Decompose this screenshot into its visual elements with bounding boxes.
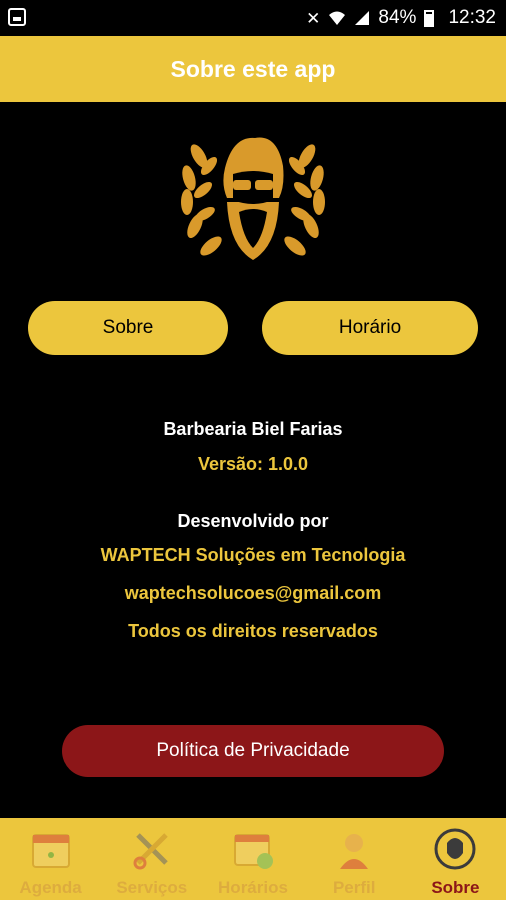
rights-text: Todos os direitos reservados: [128, 621, 378, 641]
schedule-icon: [230, 826, 276, 872]
nav-item-horarios[interactable]: Horários: [202, 818, 303, 900]
nav-label: Serviços: [116, 878, 188, 897]
privacy-policy-button[interactable]: Política de Privacidade: [62, 725, 444, 777]
status-bar: ✕ 84% 12:32: [0, 0, 506, 36]
horario-tab-button[interactable]: Horário: [262, 301, 478, 355]
bottom-navigation: Agenda Serviços Horários Perfil Sobre: [0, 818, 506, 900]
barber-logo: [181, 137, 325, 260]
profile-icon: [331, 826, 377, 872]
nav-item-agenda[interactable]: Agenda: [0, 818, 101, 900]
nav-item-servicos[interactable]: Serviços: [101, 818, 202, 900]
scissors-razor-icon: [129, 826, 175, 872]
page-title: Sobre este app: [170, 55, 336, 82]
nav-label: Sobre: [431, 878, 480, 897]
battery-percent: 84%: [378, 7, 417, 28]
nav-label: Perfil: [332, 878, 376, 897]
nav-item-sobre[interactable]: Sobre: [405, 818, 506, 900]
calendar-icon: [28, 826, 74, 872]
sobre-tab-button[interactable]: Sobre: [28, 301, 228, 355]
developer-company: WAPTECH Soluções em Tecnologia: [100, 545, 406, 565]
gallery-notification-icon: [8, 8, 26, 26]
status-icons: ✕ 84% 12:32: [306, 7, 496, 29]
nav-item-perfil[interactable]: Perfil: [304, 818, 405, 900]
clock: 12:32: [448, 7, 496, 28]
app-bar: Sobre este app: [0, 36, 506, 102]
wifi-icon: [329, 11, 346, 25]
app-version: Versão: 1.0.0: [197, 454, 309, 474]
nav-label: Agenda: [19, 878, 82, 897]
nav-label: Horários: [218, 878, 288, 897]
business-name: Barbearia Biel Farias: [163, 419, 343, 439]
battery-icon: [424, 9, 435, 27]
mute-icon: ✕: [306, 8, 321, 28]
barber-logo-icon: [432, 826, 478, 872]
developer-email: waptechsolucoes@gmail.com: [124, 583, 382, 603]
developed-by-label: Desenvolvido por: [177, 511, 329, 531]
signal-icon: [355, 11, 370, 25]
